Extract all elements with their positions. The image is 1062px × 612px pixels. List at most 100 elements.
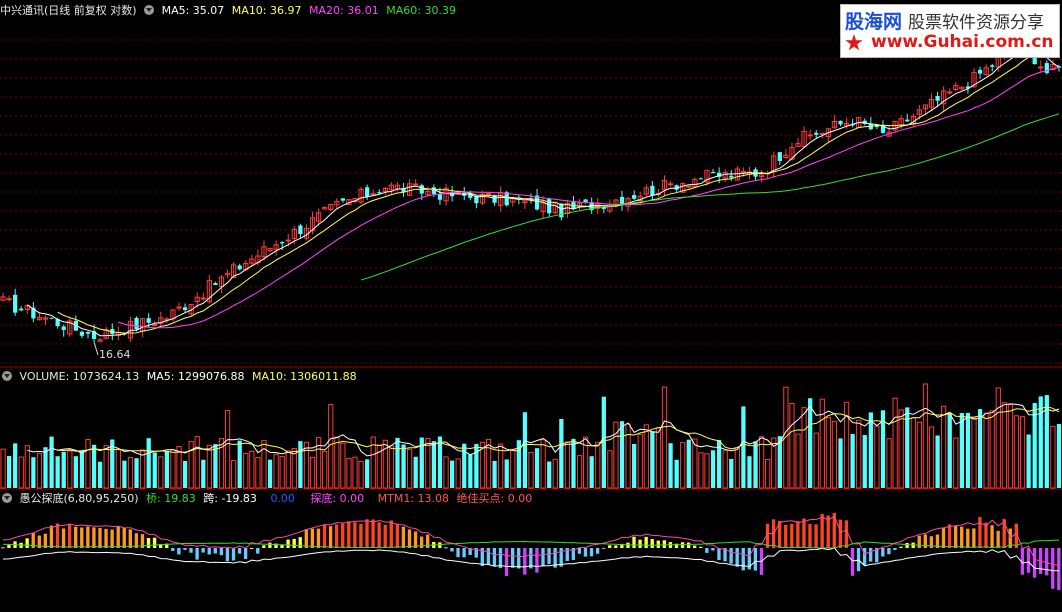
- volume-bar: [825, 416, 831, 489]
- volume-bar: [801, 407, 807, 489]
- chevron-down-icon[interactable]: [144, 5, 155, 15]
- volume-bar: [989, 410, 995, 489]
- candle-body: [13, 294, 18, 313]
- volume-bar: [134, 458, 139, 488]
- candle-body: [819, 132, 825, 135]
- indicator-bar: [626, 542, 630, 548]
- volume-bar: [437, 436, 443, 488]
- volume-bar: [91, 444, 97, 488]
- indicator-bar: [328, 526, 333, 548]
- indicator-bar: [74, 526, 78, 548]
- price-title: 中兴通讯(日线 前复权 对数): [0, 4, 137, 17]
- volume-bar: [552, 458, 558, 489]
- indicator-bar: [1, 547, 5, 549]
- chevron-down-icon[interactable]: [2, 493, 12, 503]
- volume-bars: [0, 383, 1062, 489]
- candle-body: [650, 185, 655, 196]
- indicator-bar: [711, 548, 715, 551]
- indicator-bar: [450, 548, 454, 552]
- volume-bar: [528, 451, 534, 489]
- candle-body: [947, 91, 953, 94]
- indicator-bar: [638, 539, 642, 548]
- indicator-bar: [717, 548, 721, 561]
- volume-bar: [1019, 416, 1026, 489]
- candle-body: [49, 317, 54, 319]
- indicator-bar: [207, 548, 211, 555]
- indicator-bar: [237, 548, 242, 554]
- volume-bar: [443, 456, 449, 489]
- indicator-bar: [49, 525, 54, 548]
- volume-bar: [152, 452, 157, 488]
- indicator-bar: [632, 536, 636, 548]
- volume-bar: [36, 453, 43, 489]
- indicator-bar: [67, 524, 72, 548]
- indicator-bar: [893, 548, 897, 551]
- indicator-bar: [292, 538, 296, 548]
- indicator-bar: [171, 548, 175, 551]
- volume-bar: [127, 456, 134, 489]
- indicator-bar: [869, 548, 873, 562]
- ma5-label: MA5: 35.07: [161, 4, 225, 17]
- volume-bar: [85, 438, 91, 489]
- volume-bar: [365, 459, 370, 488]
- volume-bar: [13, 443, 18, 488]
- candle-body: [370, 193, 376, 196]
- indicator-bar: [359, 523, 363, 548]
- volume-bar: [668, 443, 673, 488]
- candle-body: [667, 183, 674, 186]
- indicator-bar: [887, 548, 891, 555]
- volume-bar: [935, 435, 940, 488]
- volume-bar: [540, 439, 546, 489]
- indicator-bar: [917, 535, 921, 548]
- volume-bar: [146, 438, 151, 488]
- volume-bar: [334, 436, 340, 489]
- volume-bar: [43, 447, 48, 488]
- volume-bar: [965, 412, 971, 488]
- volume-bar: [928, 426, 935, 489]
- candle-body: [838, 120, 843, 125]
- indicator-bar: [1057, 548, 1061, 590]
- indicator-bar: [966, 528, 970, 548]
- volume-bar: [959, 413, 964, 488]
- volume-bar: [819, 398, 825, 489]
- volume-bar: [953, 437, 959, 489]
- indicator-bar: [183, 548, 187, 550]
- volume-bar: [243, 452, 249, 489]
- indicator-bar: [820, 513, 824, 548]
- indicator-bar: [729, 548, 733, 564]
- indicator-name: 愚公探底(6,80,95,250): [19, 492, 139, 505]
- volume-bar: [6, 456, 12, 488]
- candle-body: [237, 265, 242, 270]
- site-slogan: 股票软件资源分享: [908, 13, 1045, 33]
- indicator-bar: [128, 529, 132, 548]
- volume-bar: [674, 459, 679, 488]
- volume-bar: [831, 420, 838, 489]
- indicator-bar: [905, 542, 909, 548]
- stock-chart[interactable]: [0, 0, 1062, 612]
- candle-body: [431, 187, 437, 195]
- volume-bar: [249, 450, 255, 489]
- indicator-bar: [535, 548, 539, 573]
- indicator-bar: [541, 548, 545, 567]
- indicator-bar: [589, 548, 594, 557]
- chevron-down-icon[interactable]: [2, 371, 12, 381]
- indicator-bar: [298, 537, 302, 548]
- indicator-bar: [517, 548, 521, 569]
- candle-body: [686, 185, 692, 188]
- indicator-bar: [1045, 548, 1049, 576]
- volume-bar: [79, 450, 85, 488]
- candle-body: [152, 323, 158, 326]
- site-url: www.Guhai.com.cn: [871, 32, 1054, 52]
- volume-bar: [255, 456, 261, 489]
- indicator-bar: [189, 548, 193, 553]
- indicator-bar: [650, 539, 654, 548]
- volume-bar: [206, 444, 212, 489]
- volume-bar: [388, 445, 395, 489]
- indicator-bar: [395, 523, 400, 548]
- volume-bar: [868, 412, 873, 488]
- volume-bar: [661, 386, 668, 489]
- volume-bar: [285, 450, 291, 489]
- indicator-bar: [947, 524, 952, 548]
- indicator-bar: [808, 524, 812, 548]
- candle-body: [413, 183, 419, 186]
